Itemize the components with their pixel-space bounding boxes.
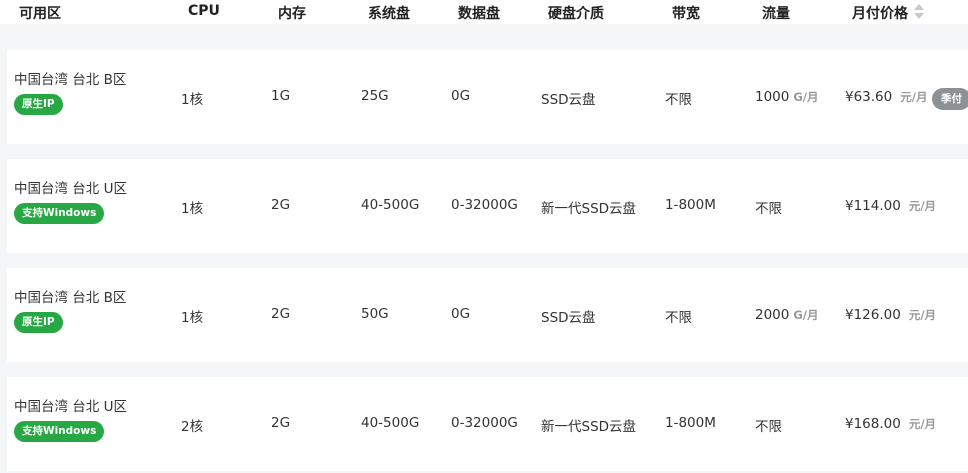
- price-cell: ¥114.00 元/月: [845, 198, 936, 214]
- traffic-cell: 2000 G/月: [755, 307, 819, 323]
- header-memory: 内存: [278, 6, 306, 22]
- bandwidth-value: 1-800M: [665, 197, 716, 213]
- traffic-value: 不限: [755, 419, 782, 435]
- traffic-cell: 1000 G/月: [755, 89, 819, 105]
- table-header: 可用区 CPU 内存 系统盘 数据盘 硬盘介质 带宽 流量 月付价格: [0, 0, 968, 24]
- system-disk-value: 25G: [361, 88, 389, 104]
- price-value: ¥168.00: [845, 416, 901, 432]
- memory-value: 2G: [271, 197, 291, 213]
- memory-value: 2G: [271, 306, 291, 322]
- table-row[interactable]: 中国台湾 台北 B区 原生IP 1核 2G 50G 0G SSD云盘 不限 20…: [7, 268, 968, 362]
- cpu-value: 1核: [181, 92, 204, 108]
- system-disk-value: 40-500G: [361, 415, 420, 431]
- price-cell: ¥168.00 元/月: [845, 416, 936, 432]
- data-disk-value: 0-32000G: [451, 197, 518, 213]
- bandwidth-value: 不限: [665, 310, 692, 326]
- feature-tag: 原生IP: [14, 94, 63, 115]
- disk-media-value: 新一代SSD云盘: [541, 419, 637, 435]
- feature-tag: 支持Windows: [14, 203, 105, 224]
- zone-name: 中国台湾 台北 U区: [14, 181, 127, 197]
- header-traffic: 流量: [762, 6, 790, 22]
- price-cell: ¥63.60 元/月: [845, 89, 927, 105]
- price-value: ¥114.00: [845, 198, 901, 214]
- zone-name: 中国台湾 台北 U区: [14, 399, 127, 415]
- traffic-cell: 不限: [755, 197, 786, 217]
- sort-icon[interactable]: [914, 4, 924, 22]
- zone-name: 中国台湾 台北 B区: [14, 72, 127, 88]
- traffic-unit: G/月: [793, 90, 819, 104]
- bandwidth-value: 1-800M: [665, 415, 716, 431]
- data-disk-value: 0G: [451, 306, 471, 322]
- traffic-value: 不限: [755, 201, 782, 217]
- traffic-cell: 不限: [755, 415, 786, 435]
- disk-media-value: SSD云盘: [541, 92, 596, 108]
- cpu-value: 1核: [181, 201, 204, 217]
- price-value: ¥126.00: [845, 307, 901, 323]
- zone-name: 中国台湾 台北 B区: [14, 290, 127, 306]
- header-data-disk: 数据盘: [458, 6, 500, 22]
- feature-tag: 原生IP: [14, 312, 63, 333]
- header-system-disk: 系统盘: [368, 6, 410, 22]
- memory-value: 1G: [271, 88, 291, 104]
- price-value: ¥63.60: [845, 89, 893, 105]
- price-unit: 元/月: [900, 90, 928, 104]
- data-disk-value: 0-32000G: [451, 415, 518, 431]
- feature-tag: 支持Windows: [14, 421, 105, 442]
- traffic-value: 1000: [755, 89, 790, 105]
- price-cell: ¥126.00 元/月: [845, 307, 936, 323]
- price-unit: 元/月: [908, 308, 937, 322]
- header-cpu: CPU: [188, 3, 220, 19]
- cpu-value: 2核: [181, 419, 204, 435]
- table-row[interactable]: 中国台湾 台北 U区 支持Windows 2核 2G 40-500G 0-320…: [7, 377, 968, 471]
- header-zone: 可用区: [19, 6, 61, 22]
- traffic-value: 2000: [755, 307, 790, 323]
- system-disk-value: 50G: [361, 306, 389, 322]
- header-price[interactable]: 月付价格: [852, 3, 908, 23]
- cpu-value: 1核: [181, 310, 204, 326]
- system-disk-value: 40-500G: [361, 197, 420, 213]
- table-row[interactable]: 中国台湾 台北 U区 支持Windows 1核 2G 40-500G 0-320…: [7, 159, 968, 253]
- traffic-unit: G/月: [793, 308, 819, 322]
- table-row[interactable]: 中国台湾 台北 B区 原生IP 1核 1G 25G 0G SSD云盘 不限 10…: [7, 50, 968, 144]
- memory-value: 2G: [271, 415, 291, 431]
- disk-media-value: SSD云盘: [541, 310, 596, 326]
- bandwidth-value: 不限: [665, 92, 692, 108]
- disk-media-value: 新一代SSD云盘: [541, 201, 637, 217]
- sort-descending-icon[interactable]: [914, 13, 924, 19]
- billing-badge: 季付: [932, 88, 968, 110]
- sort-ascending-icon[interactable]: [914, 4, 924, 10]
- header-disk-media: 硬盘介质: [548, 6, 604, 22]
- price-unit: 元/月: [908, 199, 937, 213]
- header-bandwidth: 带宽: [672, 6, 700, 22]
- data-disk-value: 0G: [451, 88, 471, 104]
- price-unit: 元/月: [908, 417, 937, 431]
